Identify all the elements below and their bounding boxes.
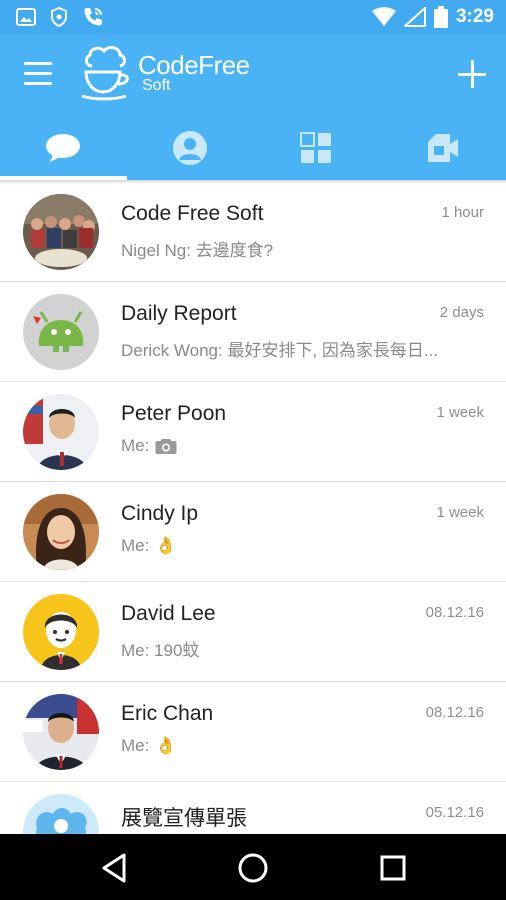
conversation-name: Peter Poon (121, 402, 227, 425)
recents-button[interactable] (376, 851, 410, 885)
conversation-time: 05.12.16 (425, 804, 484, 821)
conversation-row[interactable]: Cindy Ip 1 week Me: 👌 (0, 482, 506, 582)
conversation-preview: Me: (121, 436, 485, 456)
logo-subtitle: Soft (142, 77, 171, 94)
tab-bar (0, 116, 506, 180)
conversation-name: Cindy Ip (121, 502, 199, 525)
preview-text: Me: (121, 736, 150, 755)
conversation-name: David Lee (121, 602, 216, 625)
preview-text: Me: (121, 436, 150, 455)
conversation-name: Code Free Soft (121, 202, 264, 225)
conversation-row[interactable]: Daily Report 2 days Derick Wong: 最好安排下, … (0, 282, 506, 382)
phone-notification-icon (84, 8, 102, 26)
back-button[interactable] (98, 851, 132, 885)
conversation-preview: Me: 👌 (121, 736, 485, 756)
preview-text: Derick Wong: 最好安排下, 因為家長每日... (121, 341, 439, 360)
status-time: 3:29 (455, 6, 494, 27)
tab-media[interactable] (380, 116, 506, 180)
tab-contacts[interactable] (127, 116, 254, 180)
avatar (23, 294, 99, 370)
conversation-list[interactable]: Code Free Soft 1 hour Nigel Ng: 去邊度食? Da… (0, 182, 506, 834)
tab-apps[interactable] (253, 116, 380, 180)
system-nav-bar (0, 834, 506, 900)
conversation-row[interactable]: David Lee 08.12.16 Me: 190蚊 (0, 582, 506, 682)
conversation-time: 08.12.16 (425, 604, 484, 621)
conversation-time: 08.12.16 (425, 704, 484, 721)
recents-square-icon (380, 855, 406, 881)
conversation-name: Daily Report (121, 302, 237, 325)
avatar (23, 194, 99, 270)
conversation-preview: Me: 👌 (121, 536, 485, 556)
conversation-row[interactable]: Eric Chan 08.12.16 Me: 👌 (0, 682, 506, 782)
ok-hand-emoji: 👌 (155, 536, 177, 555)
preview-text: Me: 190蚊 (121, 641, 200, 660)
back-triangle-icon (102, 853, 126, 883)
conversation-name: Eric Chan (121, 702, 214, 725)
conversation-preview: Nigel Ng: 去邊度食? (121, 236, 485, 261)
signal-icon (403, 7, 426, 27)
preview-text: Me: (121, 536, 150, 555)
conversation-preview: Me: 190蚊 (121, 636, 485, 661)
conversation-row[interactable]: 展覽宣傳單張 05.12.16 (0, 782, 506, 834)
ok-hand-emoji: 👌 (155, 736, 177, 755)
app-bar: CodeFree Soft (0, 34, 506, 116)
conversation-name: 展覽宣傳單張 (121, 807, 247, 830)
conversation-time: 1 week (436, 504, 484, 521)
avatar (23, 494, 99, 570)
media-icon (427, 134, 458, 162)
preview-text: Nigel Ng: 去邊度食? (121, 241, 274, 260)
camera-icon (155, 439, 177, 454)
conversation-row[interactable]: Peter Poon 1 week Me: (0, 382, 506, 482)
conversation-preview: Derick Wong: 最好安排下, 因為家長每日... (121, 336, 485, 361)
add-button[interactable] (458, 60, 486, 88)
home-button[interactable] (236, 851, 270, 885)
shield-notification-icon (51, 7, 67, 27)
image-notification-icon (16, 8, 36, 26)
coffee-cup-logo-icon (81, 46, 129, 101)
battery-icon (433, 6, 448, 28)
grid-icon (300, 132, 332, 163)
chat-bubble-icon (46, 134, 81, 162)
avatar (23, 594, 99, 670)
status-bar: 3:29 (0, 0, 506, 34)
conversation-row[interactable]: Code Free Soft 1 hour Nigel Ng: 去邊度食? (0, 182, 506, 282)
conversation-time: 1 hour (441, 204, 484, 221)
wifi-icon (371, 7, 396, 26)
menu-button[interactable] (24, 62, 52, 86)
home-circle-icon (238, 853, 268, 883)
logo-title: CodeFree (138, 50, 250, 80)
contact-icon (172, 131, 207, 165)
avatar (23, 394, 99, 470)
conversation-time: 2 days (439, 304, 484, 321)
app-logo: CodeFree Soft (80, 44, 250, 102)
tab-chats[interactable] (0, 116, 127, 180)
conversation-time: 1 week (436, 404, 484, 421)
avatar (23, 694, 99, 770)
avatar (23, 794, 99, 834)
